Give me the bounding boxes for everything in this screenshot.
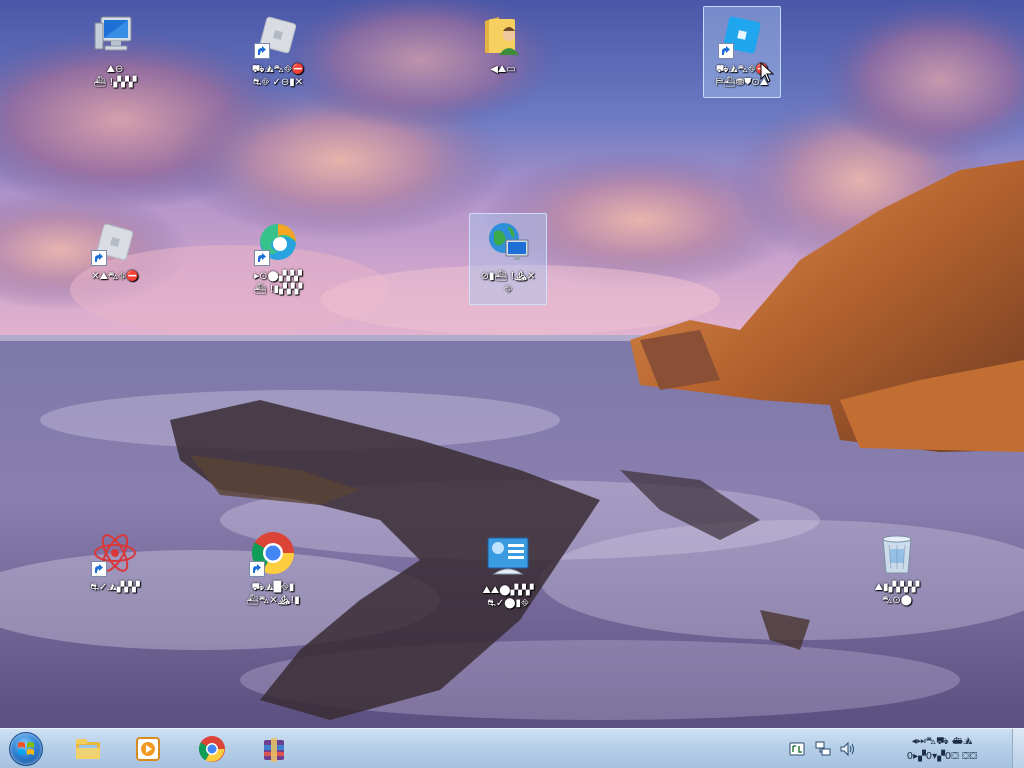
desktop-icon-label: ⊘▮⛴ !⛰✕ ⛗: [480, 271, 536, 295]
touchpad-icon: [789, 742, 805, 756]
start-button[interactable]: [6, 730, 46, 768]
taskbar-media-player-button[interactable]: [122, 731, 174, 767]
user-folder-icon: [479, 11, 527, 59]
desktop-icon-label: ⛰⛰⬤▞▞▞ ⛐✓⬤▮⛗: [482, 585, 534, 609]
desktop-wallpaper: [0, 0, 1024, 728]
shortcut-arrow-icon: [254, 43, 270, 59]
taskbar-archive-button[interactable]: [248, 731, 300, 767]
roblox-icon: [91, 218, 139, 266]
taskbar-explorer-button[interactable]: [62, 731, 114, 767]
desktop-icon-edge[interactable]: ▸⊙⬤▞▞▞ ⛴ !▮▞▞▞: [239, 213, 317, 297]
desktop-icon-control-panel[interactable]: ⛰⛰⬤▞▞▞ ⛐✓⬤▮⛗: [469, 527, 547, 611]
shortcut-arrow-icon: [718, 43, 734, 59]
tray-volume-button[interactable]: [836, 729, 858, 768]
desktop-icon-label: ▸⊙⬤▞▞▞ ⛴ !▮▞▞▞: [253, 271, 303, 295]
atom-icon: [91, 529, 139, 577]
computer-icon: [91, 11, 139, 59]
taskbar: ◂⏭⛍⛟ ⛴⛰ 0▸▞0▾▞0⛋ ⛋⛋: [0, 728, 1024, 768]
chrome-icon: [249, 529, 297, 577]
desktop-icon-label: ⛟⛰█⛗▮ ⛴⛍✕⛰!▮: [246, 582, 300, 606]
windows-logo-icon: [9, 732, 43, 766]
media-player-icon: [136, 737, 160, 761]
volume-icon: [840, 741, 854, 757]
shortcut-arrow-icon: [249, 561, 265, 577]
show-desktop-button[interactable]: [1012, 729, 1024, 768]
desktop-icon-label: ⛰▮▞▞▞▞ ⛍⊙⬤: [874, 582, 920, 606]
file-explorer-icon: [76, 739, 100, 759]
desktop-icon-label: ⛐✓⛰▞▞▞: [90, 582, 140, 593]
taskbar-chrome-button[interactable]: [186, 731, 238, 767]
control-panel-icon: [484, 532, 532, 580]
desktop-icon-roblox-player[interactable]: ⛟⛰⛍⛗⛔ ⛿⛴⛃⛊⊙⛰: [703, 6, 781, 98]
desktop-icon-atom-app[interactable]: ⛐✓⛰▞▞▞: [76, 524, 154, 595]
desktop-icon-roblox-studio[interactable]: ⛟⛰⛍⛗⛔ ⛐⛗ ✓⊖▮✕: [239, 6, 317, 90]
network-icon: [815, 741, 831, 756]
taskbar-clock[interactable]: ◂⏭⛍⛟ ⛴⛰ 0▸▞0▾▞0⛋ ⛋⛋: [872, 731, 1012, 767]
desktop-icon-recycle-bin[interactable]: ⛰▮▞▞▞▞ ⛍⊙⬤: [858, 524, 936, 608]
shortcut-arrow-icon: [91, 561, 107, 577]
desktop-icon-label: ⛰⊖ ⛴ !▞▞▞: [93, 64, 137, 88]
recycle-bin-icon: [873, 529, 921, 577]
chrome-icon: [198, 736, 225, 762]
clock-date: 0▸▞0▾▞0⛋ ⛋⛋: [906, 751, 978, 762]
tray-network-button[interactable]: [812, 729, 834, 768]
mouse-cursor-icon: [760, 62, 774, 83]
desktop-icon-computer[interactable]: ⛰⊖ ⛴ !▞▞▞: [76, 6, 154, 90]
desktop-icon-user-folder[interactable]: ◀⛰▭: [464, 6, 542, 77]
desktop-icon-label: ⛟⛰⛍⛗⛔ ⛐⛗ ✓⊖▮✕: [251, 64, 305, 88]
edge-icon: [254, 218, 302, 266]
desktop-icon-label: ✕⛰⛍⛗⛔: [91, 271, 139, 282]
roblox-icon: [254, 11, 302, 59]
roblox-blue-icon: [718, 11, 766, 59]
desktop-icon-network[interactable]: ⊘▮⛴ !⛰✕ ⛗: [469, 213, 547, 305]
shortcut-arrow-icon: [91, 250, 107, 266]
shortcut-arrow-icon: [254, 250, 270, 266]
desktop-icon-label: ◀⛰▭: [490, 64, 516, 75]
network-globe-icon: [484, 218, 532, 266]
desktop-icon-roblox-2[interactable]: ✕⛰⛍⛗⛔: [76, 213, 154, 284]
desktop-icon-chrome[interactable]: ⛟⛰█⛗▮ ⛴⛍✕⛰!▮: [234, 524, 312, 608]
archive-icon: [264, 738, 284, 762]
tray-touchpad-button[interactable]: [786, 729, 808, 768]
clock-time: ◂⏭⛍⛟ ⛴⛰: [911, 736, 973, 747]
